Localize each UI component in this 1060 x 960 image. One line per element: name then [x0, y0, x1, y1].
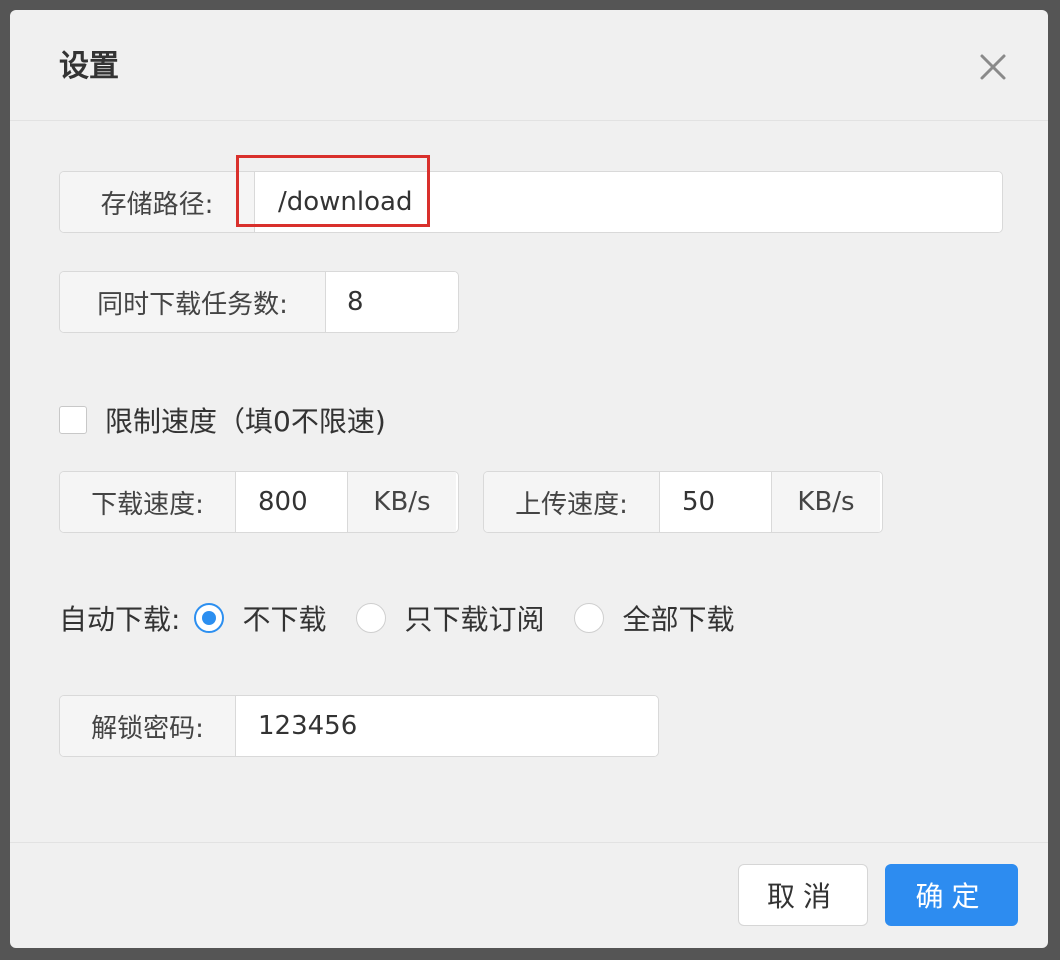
unlock-password-label: 解锁密码: [60, 696, 236, 756]
limit-speed-row[interactable]: 限制速度（填0不限速) [59, 400, 386, 440]
limit-speed-checkbox[interactable] [59, 406, 87, 434]
radio-download-all-circle[interactable] [574, 603, 605, 633]
radio-subscribed-only-label: 只下载订阅 [404, 603, 545, 636]
download-speed-input[interactable] [236, 472, 347, 532]
upload-speed-unit: KB/s [771, 472, 880, 532]
dialog-title: 设置 [59, 49, 119, 84]
dialog-footer: 取消 确定 [10, 842, 1048, 948]
radio-no-download-label: 不下载 [242, 603, 327, 636]
storage-path-group: 存储路径: [59, 171, 1003, 233]
cancel-button[interactable]: 取消 [738, 864, 868, 926]
upload-speed-label: 上传速度: [484, 472, 660, 532]
upload-speed-group: 上传速度: KB/s [483, 471, 883, 533]
radio-download-all-label: 全部下载 [622, 603, 735, 636]
radio-subscribed-only[interactable]: 只下载订阅 [356, 598, 544, 638]
concurrent-tasks-input[interactable] [326, 272, 456, 332]
radio-subscribed-only-circle[interactable] [356, 603, 387, 633]
confirm-button[interactable]: 确定 [885, 864, 1018, 926]
radio-download-all[interactable]: 全部下载 [574, 598, 734, 638]
settings-dialog: 设置 存储路径: 同时下载任务数: 限制速度（填0不限速) 下载速度: KB/s… [10, 10, 1048, 948]
auto-download-row: 自动下载: 不下载 只下载订阅 全部下载 [59, 598, 764, 638]
unlock-password-input[interactable] [236, 696, 656, 756]
close-icon[interactable] [976, 50, 1010, 84]
storage-path-label: 存储路径: [60, 172, 255, 232]
upload-speed-input[interactable] [660, 472, 771, 532]
concurrent-tasks-label: 同时下载任务数: [60, 272, 326, 332]
unlock-password-group: 解锁密码: [59, 695, 659, 757]
storage-path-input[interactable] [255, 172, 1000, 232]
download-speed-label: 下载速度: [60, 472, 236, 532]
download-speed-group: 下载速度: KB/s [59, 471, 459, 533]
radio-no-download-circle[interactable] [194, 603, 225, 633]
download-speed-unit: KB/s [347, 472, 456, 532]
limit-speed-label: 限制速度（填0不限速) [105, 405, 386, 438]
concurrent-tasks-group: 同时下载任务数: [59, 271, 459, 333]
radio-no-download[interactable]: 不下载 [194, 598, 326, 638]
auto-download-label: 自动下载: [59, 603, 181, 636]
dialog-header: 设置 [10, 10, 1048, 121]
